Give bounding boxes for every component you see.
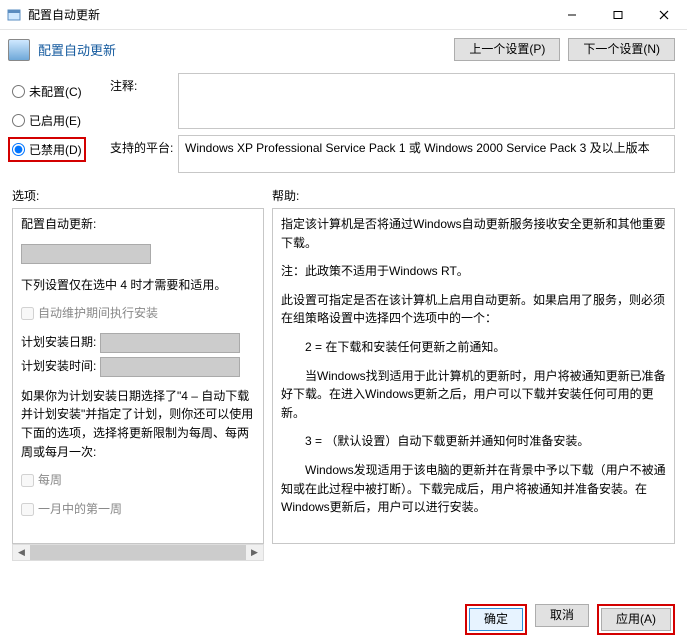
help-p2: 注：此政策不适用于Windows RT。 xyxy=(281,262,666,281)
scroll-right-icon[interactable]: ▶ xyxy=(246,545,263,560)
configure-select[interactable] xyxy=(21,244,151,264)
help-section-label: 帮助: xyxy=(272,187,675,204)
chk-first-week-input[interactable] xyxy=(21,503,34,516)
state-radios: 未配置(C) 已启用(E) 已禁用(D) xyxy=(12,73,100,179)
prev-setting-button[interactable]: 上一个设置(P) xyxy=(454,38,560,61)
maximize-button[interactable] xyxy=(595,0,641,30)
sched-time-select[interactable] xyxy=(100,357,240,377)
chk-weekly-label: 每周 xyxy=(38,471,62,490)
options-panel[interactable]: 配置自动更新: 下列设置仅在选中 4 时才需要和适用。 自动维护期间执行安装 计… xyxy=(12,208,264,544)
options-note: 下列设置仅在选中 4 时才需要和适用。 xyxy=(21,276,255,295)
minimize-button[interactable] xyxy=(549,0,595,30)
radio-not-configured[interactable]: 未配置(C) xyxy=(12,83,100,100)
radio-disabled-label: 已禁用(D) xyxy=(29,141,82,158)
ok-button[interactable]: 确定 xyxy=(469,608,523,631)
options-desc: 如果你为计划安装日期选择了"4 – 自动下载并计划安装"并指定了计划，则你还可以… xyxy=(21,387,255,461)
supported-field: Windows XP Professional Service Pack 1 或… xyxy=(178,135,675,173)
comment-field[interactable] xyxy=(178,73,675,129)
dialog-buttons: 确定 取消 应用(A) xyxy=(465,604,675,635)
chk-maintenance-label: 自动维护期间执行安装 xyxy=(38,304,158,323)
title-bar: 配置自动更新 xyxy=(0,0,687,30)
options-section-label: 选项: xyxy=(12,187,272,204)
chk-maintenance[interactable]: 自动维护期间执行安装 xyxy=(21,304,255,323)
help-p1: 指定该计算机是否将通过Windows自动更新服务接收安全更新和其他重要下载。 xyxy=(281,215,666,252)
app-icon xyxy=(6,7,22,23)
help-p7: Windows发现适用于该电脑的更新并在背景中予以下载（用户不被通知或在此过程中… xyxy=(281,461,666,517)
comment-label: 注释: xyxy=(110,73,178,129)
policy-icon xyxy=(8,39,30,61)
radio-disabled[interactable]: 已禁用(D) xyxy=(8,137,86,162)
policy-title: 配置自动更新 xyxy=(38,40,454,59)
radio-enabled-label: 已启用(E) xyxy=(29,112,81,129)
scroll-thumb[interactable] xyxy=(30,545,246,560)
radio-not-configured-input[interactable] xyxy=(12,85,25,98)
sched-date-label: 计划安装日期: xyxy=(21,335,96,349)
ok-highlight: 确定 xyxy=(465,604,527,635)
window-controls xyxy=(549,0,687,30)
radio-not-configured-label: 未配置(C) xyxy=(29,83,82,100)
scroll-left-icon[interactable]: ◀ xyxy=(13,545,30,560)
apply-highlight: 应用(A) xyxy=(597,604,675,635)
close-button[interactable] xyxy=(641,0,687,30)
sched-date-select[interactable] xyxy=(100,333,240,353)
radio-disabled-input[interactable] xyxy=(12,143,25,156)
window-title: 配置自动更新 xyxy=(28,6,549,23)
chk-maintenance-input[interactable] xyxy=(21,307,34,320)
sched-time-label: 计划安装时间: xyxy=(21,359,96,373)
options-hscroll[interactable]: ◀ ▶ xyxy=(12,544,264,561)
chk-weekly[interactable]: 每周 xyxy=(21,471,255,490)
chk-first-week-label: 一月中的第一周 xyxy=(38,500,122,519)
cancel-button[interactable]: 取消 xyxy=(535,604,589,627)
radio-enabled[interactable]: 已启用(E) xyxy=(12,112,100,129)
help-p5: 当Windows找到适用于此计算机的更新时，用户将被通知更新已准备好下载。在进入… xyxy=(281,367,666,423)
help-p6: 3 = （默认设置）自动下载更新并通知何时准备安装。 xyxy=(281,432,666,451)
help-p3: 此设置可指定是否在该计算机上启用自动更新。如果启用了服务，则必须在组策略设置中选… xyxy=(281,291,666,328)
next-setting-button[interactable]: 下一个设置(N) xyxy=(568,38,675,61)
help-panel[interactable]: 指定该计算机是否将通过Windows自动更新服务接收安全更新和其他重要下载。 注… xyxy=(272,208,675,544)
help-p4: 2 = 在下载和安装任何更新之前通知。 xyxy=(281,338,666,357)
chk-first-week[interactable]: 一月中的第一周 xyxy=(21,500,255,519)
chk-weekly-input[interactable] xyxy=(21,474,34,487)
radio-enabled-input[interactable] xyxy=(12,114,25,127)
options-title: 配置自动更新: xyxy=(21,215,255,234)
supported-label: 支持的平台: xyxy=(110,135,178,173)
apply-button[interactable]: 应用(A) xyxy=(601,608,671,631)
policy-header: 配置自动更新 上一个设置(P) 下一个设置(N) xyxy=(0,30,687,69)
